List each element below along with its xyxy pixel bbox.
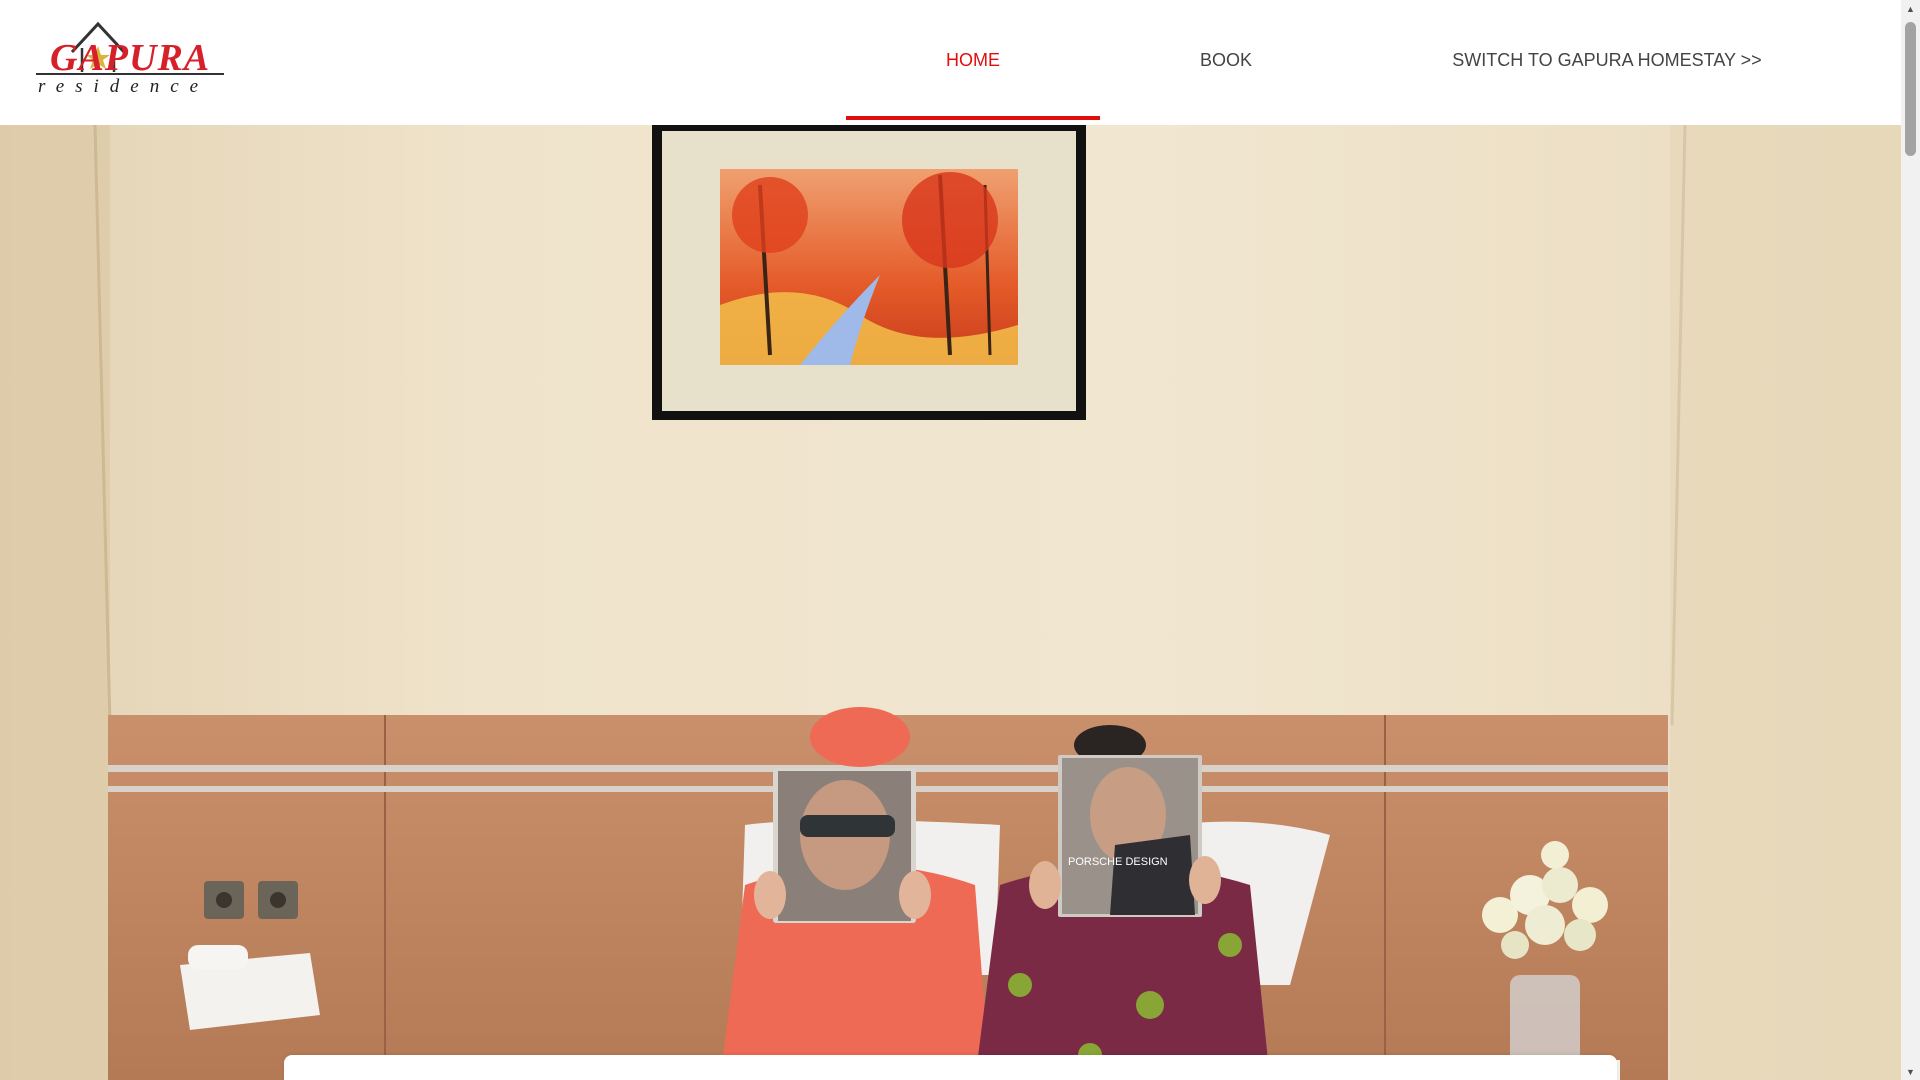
nav-home[interactable]: HOME xyxy=(846,0,1100,120)
page: GAPURA residence HOME BOOK SWITCH TO GAP… xyxy=(0,0,1901,1080)
nav-book[interactable]: BOOK xyxy=(1100,0,1352,120)
scroll-up-icon[interactable]: ▲ xyxy=(1901,0,1920,17)
vertical-scrollbar[interactable]: ▲ ▼ xyxy=(1901,0,1920,1080)
logo-wordmark: GAPURA xyxy=(50,37,211,79)
site-header: GAPURA residence HOME BOOK SWITCH TO GAP… xyxy=(0,0,1901,125)
scroll-down-icon[interactable]: ▼ xyxy=(1901,1063,1920,1080)
main-nav: HOME BOOK SWITCH TO GAPURA HOMESTAY >> xyxy=(846,0,1862,125)
scroll-thumb[interactable] xyxy=(1905,22,1916,156)
logo-subtitle: residence xyxy=(38,76,210,97)
booking-card xyxy=(284,1055,1617,1080)
nav-switch-homestay[interactable]: SWITCH TO GAPURA HOMESTAY >> xyxy=(1352,0,1862,120)
hero-image: PORSCHE DESIGN xyxy=(0,125,1901,1080)
magazine-title: PORSCHE DESIGN xyxy=(1068,856,1168,868)
wall-painting xyxy=(652,125,1086,420)
gapura-logo[interactable]: GAPURA residence xyxy=(34,20,226,102)
